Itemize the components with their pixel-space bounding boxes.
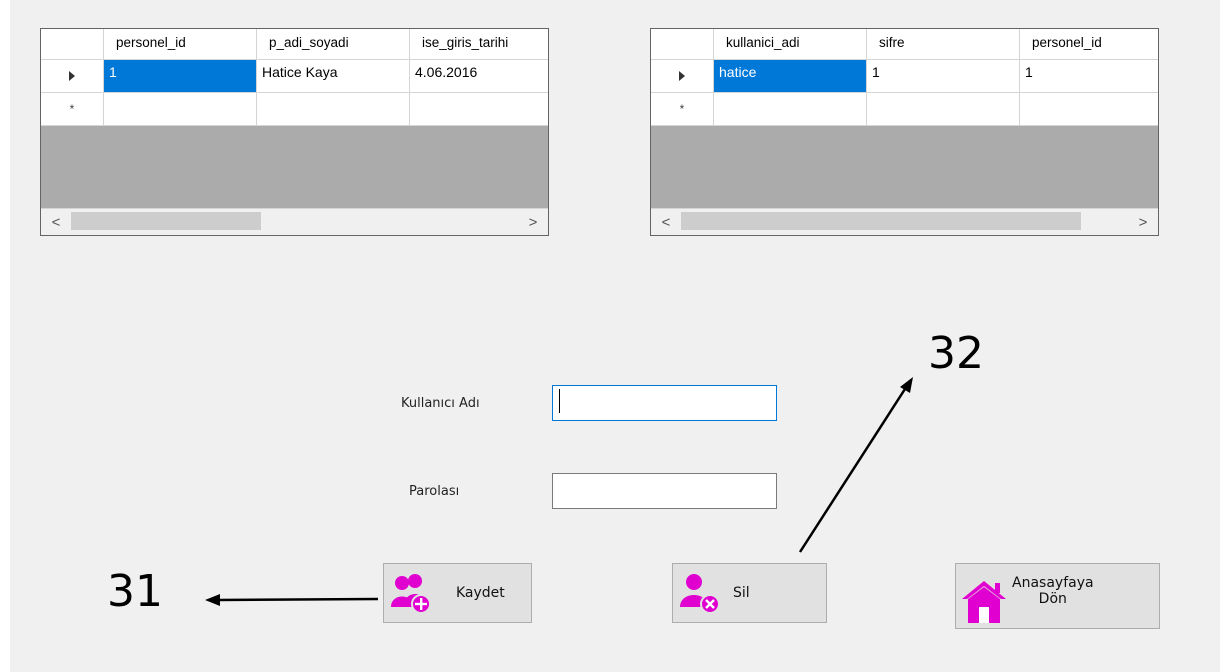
scroll-right-icon[interactable]: > [518,214,548,231]
new-table-row[interactable]: * [651,93,1158,126]
column-header[interactable]: kullanici_adi [714,29,867,60]
row-header[interactable]: * [41,93,104,126]
table-cell[interactable] [257,93,410,126]
new-row-marker-icon: * [69,102,75,116]
new-row-marker-icon: * [679,102,685,116]
delete-button[interactable]: Sil [672,563,827,623]
table-cell[interactable]: 1 [1020,60,1158,93]
annotation-31: 31 [107,566,163,617]
username-label: Kullanıcı Adı [401,396,480,411]
scroll-thumb[interactable] [681,212,1081,230]
row-header-corner [41,29,104,60]
row-header[interactable] [651,60,714,93]
home-button-text: Anasayfaya Dön [1012,575,1094,607]
home-button-label-line2: Dön [1038,591,1067,607]
table-cell[interactable]: 1 [104,60,257,93]
table-cell[interactable] [867,93,1020,126]
horizontal-scrollbar[interactable]: < > [41,208,548,235]
table-cell[interactable]: Hatice Kaya [257,60,410,93]
column-header[interactable]: ise_giris_tarihi [410,29,548,60]
kullanici-data-grid[interactable]: kullanici_adi sifre personel_id hatice 1… [650,28,1159,236]
scroll-left-icon[interactable]: < [41,214,71,231]
annotation-32: 32 [928,328,984,379]
home-button[interactable]: Anasayfaya Dön [955,563,1160,629]
table-cell[interactable] [104,93,257,126]
save-button-label: Kaydet [456,585,505,601]
table-cell[interactable]: hatice [714,60,867,93]
scroll-right-icon[interactable]: > [1128,214,1158,231]
new-table-row[interactable]: * [41,93,548,126]
table-cell[interactable] [714,93,867,126]
column-header[interactable]: personel_id [1020,29,1158,60]
table-cell[interactable]: 4.06.2016 [410,60,548,93]
grid-header-row: personel_id p_adi_soyadi ise_giris_tarih… [41,29,548,60]
delete-button-label: Sil [733,585,750,601]
text-caret [559,389,560,413]
current-row-indicator-icon [69,71,75,81]
grid-header-row: kullanici_adi sifre personel_id [651,29,1158,60]
table-cell[interactable] [1020,93,1158,126]
home-icon [962,581,1006,623]
username-input[interactable] [552,385,777,421]
row-header[interactable] [41,60,104,93]
table-cell[interactable] [410,93,548,126]
column-header[interactable]: p_adi_soyadi [257,29,410,60]
row-header-corner [651,29,714,60]
password-input[interactable] [552,473,777,509]
remove-user-icon [680,574,720,614]
password-label: Parolası [409,484,460,499]
table-row[interactable]: 1 Hatice Kaya 4.06.2016 [41,60,548,93]
current-row-indicator-icon [679,71,685,81]
scroll-thumb[interactable] [71,212,261,230]
column-header[interactable]: sifre [867,29,1020,60]
column-header[interactable]: personel_id [104,29,257,60]
home-button-label-line1: Anasayfaya [1012,575,1094,591]
scroll-track[interactable] [71,209,518,235]
save-button[interactable]: Kaydet [383,563,532,623]
scroll-track[interactable] [681,209,1128,235]
table-row[interactable]: hatice 1 1 [651,60,1158,93]
personel-data-grid[interactable]: personel_id p_adi_soyadi ise_giris_tarih… [40,28,549,236]
add-users-icon [391,574,431,614]
row-header[interactable]: * [651,93,714,126]
horizontal-scrollbar[interactable]: < > [651,208,1158,235]
scroll-left-icon[interactable]: < [651,214,681,231]
table-cell[interactable]: 1 [867,60,1020,93]
